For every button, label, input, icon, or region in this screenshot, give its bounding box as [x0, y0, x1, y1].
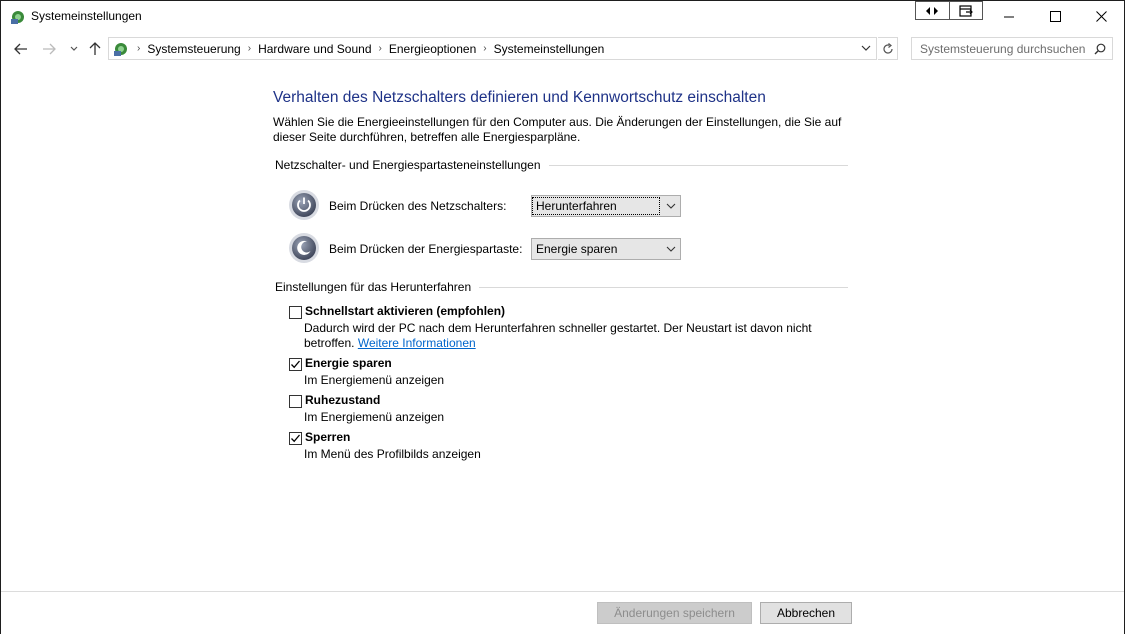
up-button[interactable] — [85, 40, 105, 58]
title-bar: Systemeinstellungen — [1, 1, 1124, 32]
save-changes-button[interactable]: Änderungen speichern — [597, 602, 752, 624]
refresh-button[interactable] — [878, 37, 898, 60]
resize-arrows-icon — [926, 6, 939, 15]
chevron-down-icon[interactable] — [860, 42, 872, 54]
sleep-button-action-value: Energie sparen — [536, 242, 618, 256]
power-settings-heading: Netzschalter- und Energiespartasteneinst… — [275, 158, 848, 172]
maximize-icon — [1049, 11, 1061, 22]
sleep-button-label: Beim Drücken der Energiespartaste: — [329, 242, 523, 256]
sleep-button-row: Beim Drücken der Energiespartaste: Energ… — [288, 232, 681, 264]
minimize-button[interactable] — [986, 1, 1032, 32]
forward-button[interactable] — [39, 40, 59, 58]
breadcrumb-energieoptionen[interactable]: Energieoptionen — [389, 42, 476, 56]
power-button-action-select[interactable]: Herunterfahren — [531, 195, 681, 217]
cancel-button[interactable]: Abbrechen — [760, 602, 852, 624]
address-bar[interactable]: › Systemsteuerung › Hardware und Sound ›… — [108, 37, 877, 60]
snap-resize-button[interactable] — [916, 2, 949, 19]
close-icon — [1095, 11, 1107, 22]
fast-startup-checkbox[interactable] — [289, 306, 302, 319]
lock-label[interactable]: Sperren — [305, 430, 350, 444]
power-settings-heading-text: Netzschalter- und Energiespartasteneinst… — [275, 158, 541, 172]
page-description: Wählen Sie die Energieeinstellungen für … — [273, 115, 842, 144]
checkmark-icon — [291, 434, 300, 443]
fast-startup-label[interactable]: Schnellstart aktivieren (empfohlen) — [305, 304, 505, 318]
sleep-checkbox[interactable] — [289, 358, 302, 371]
power-button-row: Beim Drücken des Netzschalters: Herunter… — [288, 189, 681, 221]
chevron-right-icon[interactable]: › — [137, 43, 140, 54]
lock-checkbox[interactable] — [289, 432, 302, 445]
navigation-bar: › Systemsteuerung › Hardware und Sound ›… — [1, 32, 1124, 66]
power-button-icon — [289, 190, 319, 220]
window: Systemeinstellungen › Systemsteuerung › … — [0, 0, 1125, 634]
arrow-up-icon — [89, 42, 101, 55]
snap-layout-button[interactable] — [948, 2, 982, 19]
search-input[interactable]: Systemsteuerung durchsuchen — [911, 37, 1113, 60]
close-button[interactable] — [1078, 1, 1124, 32]
maximize-button[interactable] — [1032, 1, 1078, 32]
breadcrumb-hardware-und-sound[interactable]: Hardware und Sound — [258, 42, 371, 56]
hibernate-label[interactable]: Ruhezustand — [305, 393, 380, 407]
fast-startup-description: Dadurch wird der PC nach dem Herunterfah… — [304, 321, 844, 351]
control-panel-icon — [11, 11, 24, 24]
snap-controls — [915, 1, 983, 20]
refresh-icon — [882, 42, 893, 54]
minimize-icon — [1003, 16, 1014, 18]
sleep-label[interactable]: Energie sparen — [305, 356, 392, 370]
arrow-left-icon — [14, 43, 27, 55]
chevron-right-icon[interactable]: › — [379, 43, 382, 54]
breadcrumb-systemeinstellungen[interactable]: Systemeinstellungen — [494, 42, 605, 56]
control-panel-icon — [114, 42, 127, 56]
arrow-right-icon — [43, 43, 56, 55]
search-placeholder: Systemsteuerung durchsuchen — [920, 41, 1086, 56]
divider — [548, 164, 848, 166]
chevron-down-icon — [666, 203, 676, 209]
window-title: Systemeinstellungen — [31, 9, 142, 23]
chevron-down-icon — [666, 246, 676, 252]
shutdown-settings-heading-text: Einstellungen für das Herunterfahren — [275, 280, 472, 294]
sleep-button-icon — [289, 233, 319, 263]
footer: Änderungen speichern Abbrechen — [1, 591, 1124, 634]
chevron-right-icon[interactable]: › — [248, 43, 251, 54]
divider — [479, 286, 848, 288]
window-layout-icon — [959, 4, 973, 17]
sleep-button-action-select[interactable]: Energie sparen — [531, 238, 681, 260]
recent-locations-button[interactable] — [64, 40, 84, 58]
chevron-right-icon[interactable]: › — [483, 43, 486, 54]
checkmark-icon — [291, 360, 300, 369]
chevron-down-icon — [70, 46, 78, 51]
hibernate-description: Im Energiemenü anzeigen — [304, 410, 445, 424]
search-icon — [1094, 43, 1106, 55]
sleep-description: Im Energiemenü anzeigen — [304, 373, 445, 387]
back-button[interactable] — [11, 40, 31, 58]
lock-description: Im Menü des Profilbilds anzeigen — [304, 447, 481, 461]
shutdown-settings-heading: Einstellungen für das Herunterfahren — [275, 280, 848, 294]
hibernate-checkbox[interactable] — [289, 395, 302, 408]
power-button-action-value: Herunterfahren — [532, 197, 660, 215]
more-info-link[interactable]: Weitere Informationen — [358, 336, 476, 350]
power-button-label: Beim Drücken des Netzschalters: — [329, 199, 507, 213]
page-title: Verhalten des Netzschalters definieren u… — [273, 89, 766, 106]
breadcrumb-systemsteuerung[interactable]: Systemsteuerung — [147, 42, 240, 56]
